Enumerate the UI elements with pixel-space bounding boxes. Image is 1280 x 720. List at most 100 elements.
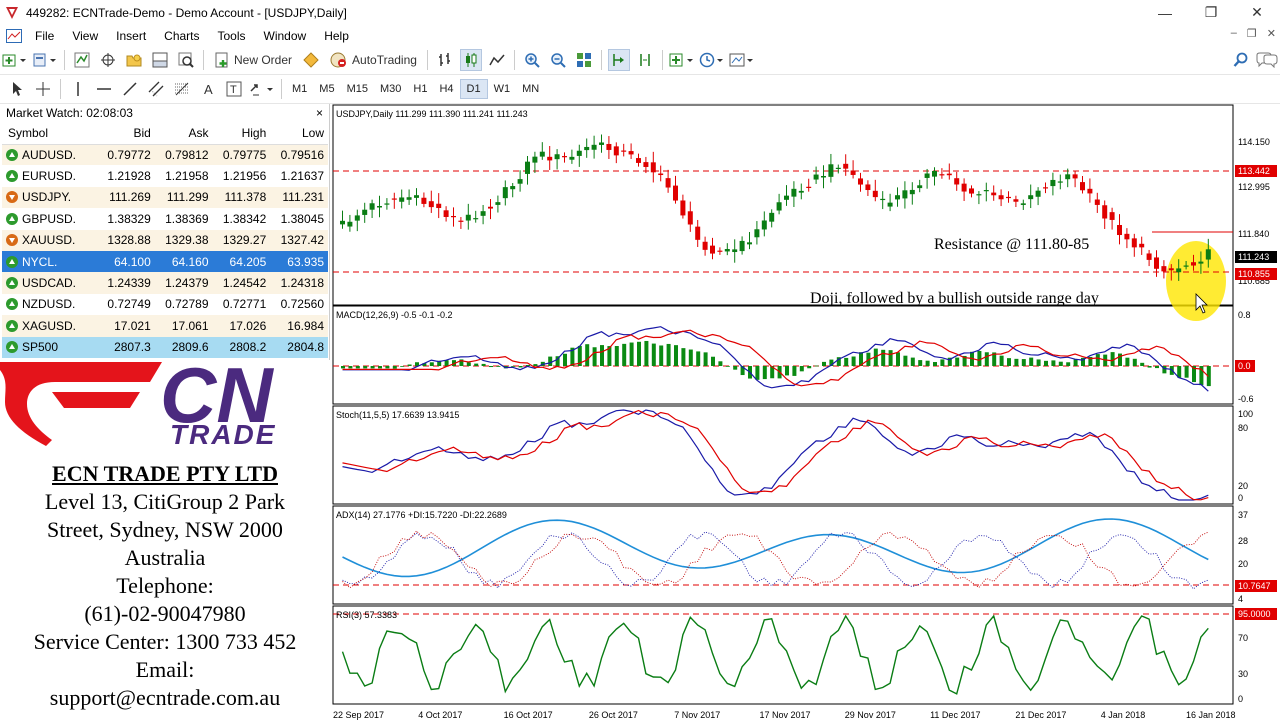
timeframe-w1[interactable]: W1 xyxy=(488,79,517,99)
vertical-line-button[interactable] xyxy=(67,78,89,100)
timeframe-h1[interactable]: H1 xyxy=(407,79,433,99)
bullish-candle xyxy=(754,229,760,238)
chat-button[interactable] xyxy=(1256,49,1278,71)
macd-histogram-bar xyxy=(696,351,701,366)
market-watch-row[interactable]: GBPUSD. 1.38329 1.38369 1.38342 1.38045 xyxy=(2,208,328,230)
market-watch-row[interactable]: NYCL. 64.100 64.160 64.205 63.935 xyxy=(2,250,328,273)
menu-help[interactable]: Help xyxy=(315,29,358,43)
macd-histogram-bar xyxy=(392,366,397,369)
market-watch-button[interactable] xyxy=(71,49,93,71)
date-label: 17 Nov 2017 xyxy=(760,710,811,720)
column-header-ask[interactable]: Ask xyxy=(154,122,213,145)
address-line-2: Street, Sydney, NSW 2000 xyxy=(47,517,283,542)
bullish-candle xyxy=(532,156,538,163)
menu-view[interactable]: View xyxy=(63,29,107,43)
high-cell: 64.205 xyxy=(212,250,271,273)
cursor-button[interactable] xyxy=(6,78,28,100)
chart-minimize-button[interactable]: – xyxy=(1231,27,1237,40)
market-watch-close-button[interactable]: × xyxy=(316,106,323,120)
column-header-low[interactable]: Low xyxy=(270,122,328,145)
periods-button[interactable] xyxy=(699,49,725,71)
horizontal-line-button[interactable] xyxy=(93,78,115,100)
timeframe-h4[interactable]: H4 xyxy=(433,79,459,99)
search-button[interactable] xyxy=(1230,49,1252,71)
market-watch-row[interactable]: AUDUSD. 0.79772 0.79812 0.79775 0.79516 xyxy=(2,144,328,166)
market-watch-title: Market Watch: 02:08:03 xyxy=(6,106,133,120)
macd-histogram-bar xyxy=(1073,359,1078,366)
timeframe-m1[interactable]: M1 xyxy=(286,79,313,99)
auto-scroll-button[interactable] xyxy=(607,49,630,71)
fibonacci-button[interactable] xyxy=(171,78,193,100)
maximize-button[interactable]: ❐ xyxy=(1188,0,1234,25)
high-cell: 1329.27 xyxy=(212,229,271,251)
market-watch-row[interactable]: XAUUSD. 1328.88 1329.38 1329.27 1327.42 xyxy=(2,229,328,251)
price-chart[interactable]: USDJPY,Daily 111.299 111.390 111.241 111… xyxy=(332,104,1280,720)
timeframe-mn[interactable]: MN xyxy=(516,79,545,99)
templates-button[interactable] xyxy=(729,49,755,71)
bearish-candle xyxy=(961,183,967,192)
navigator-button[interactable] xyxy=(123,49,145,71)
bullish-candle xyxy=(502,187,508,199)
chart-window[interactable]: USDJPY,Daily 111.299 111.390 111.241 111… xyxy=(332,104,1280,720)
macd-histogram-bar xyxy=(718,361,723,366)
timeframe-m15[interactable]: M15 xyxy=(341,79,374,99)
chart-shift-button[interactable] xyxy=(634,49,656,71)
candlesticks-button[interactable] xyxy=(459,49,482,71)
column-header-high[interactable]: High xyxy=(212,122,271,145)
high-cell: 1.38342 xyxy=(212,208,271,230)
macd-histogram-bar xyxy=(1132,358,1137,366)
chart-restore-button[interactable]: ❐ xyxy=(1247,27,1257,40)
line-chart-button[interactable] xyxy=(486,49,508,71)
close-button[interactable]: ✕ xyxy=(1234,0,1280,25)
bearish-candle xyxy=(1139,243,1145,248)
strategy-tester-button[interactable] xyxy=(175,49,197,71)
menu-file[interactable]: File xyxy=(26,29,63,43)
arrows-button[interactable] xyxy=(249,78,275,100)
menu-tools[interactable]: Tools xyxy=(209,29,255,43)
trendline-button[interactable] xyxy=(119,78,141,100)
market-watch-row[interactable]: XAGUSD. 17.021 17.061 17.026 16.984 xyxy=(2,315,328,337)
menu-window[interactable]: Window xyxy=(255,29,316,43)
timeframe-m5[interactable]: M5 xyxy=(313,79,340,99)
macd-histogram-bar xyxy=(1051,360,1056,366)
zoom-out-button[interactable] xyxy=(547,49,569,71)
market-watch-row[interactable]: USDCAD. 1.24339 1.24379 1.24542 1.24318 xyxy=(2,272,328,294)
column-header-symbol[interactable]: Symbol xyxy=(2,122,98,145)
bearish-candle xyxy=(1109,212,1115,220)
data-window-button[interactable] xyxy=(97,49,119,71)
macd-histogram-bar xyxy=(1095,354,1100,366)
bearish-candle xyxy=(843,163,849,169)
new-chart-button[interactable] xyxy=(2,49,28,71)
service-center: Service Center: 1300 733 452 xyxy=(33,629,297,654)
market-watch-row[interactable]: EURUSD. 1.21928 1.21958 1.21956 1.21637 xyxy=(2,165,328,187)
column-header-bid[interactable]: Bid xyxy=(97,122,155,145)
new-order-button[interactable]: New Order xyxy=(210,49,296,71)
timeframe-m30[interactable]: M30 xyxy=(374,79,407,99)
bullish-candle xyxy=(377,206,382,208)
terminal-button[interactable] xyxy=(149,49,171,71)
text-label-button[interactable]: T xyxy=(223,78,245,100)
bar-chart-button[interactable] xyxy=(434,49,456,71)
arrow-up-icon xyxy=(6,148,18,161)
crosshair-button[interactable] xyxy=(32,78,54,100)
menu-charts[interactable]: Charts xyxy=(155,29,208,43)
market-watch-row[interactable]: USDJPY. 111.269 111.299 111.378 111.231 xyxy=(2,186,328,209)
autotrading-button[interactable]: AutoTrading xyxy=(326,49,421,71)
minimize-button[interactable]: — xyxy=(1142,0,1188,25)
telephone-label: Telephone: xyxy=(116,573,214,598)
market-watch-row[interactable]: SP500 2807.3 2809.6 2808.2 2804.8 xyxy=(2,336,328,358)
text-button[interactable]: A xyxy=(197,78,219,100)
bearish-candle xyxy=(717,250,723,252)
menu-insert[interactable]: Insert xyxy=(107,29,155,43)
profiles-button[interactable] xyxy=(32,49,58,71)
channel-button[interactable] xyxy=(145,78,167,100)
chart-close-button[interactable]: ✕ xyxy=(1267,27,1276,40)
timeframe-d1[interactable]: D1 xyxy=(459,79,488,99)
indicators-button[interactable] xyxy=(669,49,695,71)
tile-windows-button[interactable] xyxy=(573,49,595,71)
metaeditor-button[interactable] xyxy=(300,49,322,71)
zoom-in-button[interactable] xyxy=(521,49,543,71)
macd-histogram-bar xyxy=(1021,359,1026,366)
market-watch-row[interactable]: NZDUSD. 0.72749 0.72789 0.72771 0.72560 xyxy=(2,293,328,316)
text-label-icon: T xyxy=(226,81,242,97)
